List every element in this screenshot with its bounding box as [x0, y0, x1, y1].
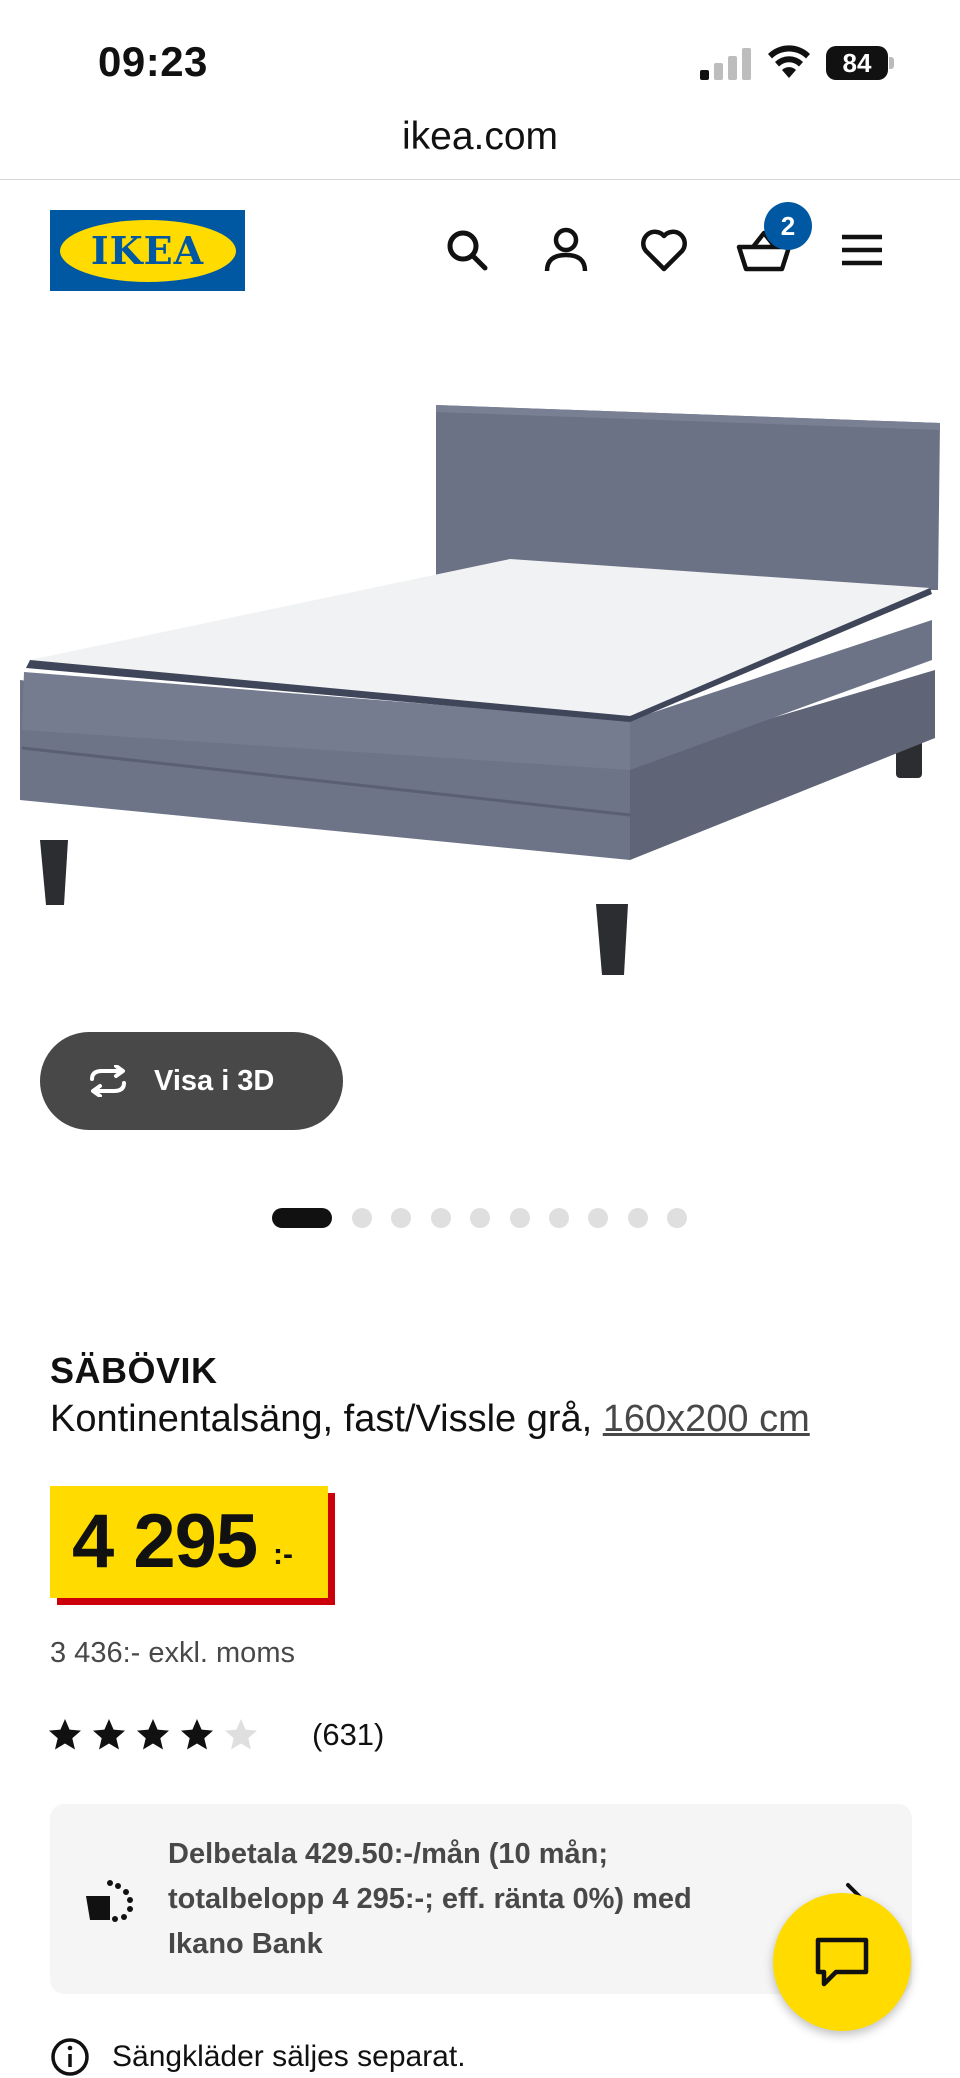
gallery-dot[interactable]: [391, 1208, 412, 1228]
gallery-dot[interactable]: [430, 1208, 451, 1228]
bedding-notice-text: Sängkläder säljes separat.: [112, 2040, 466, 2073]
info-icon: [51, 2038, 89, 2076]
ikea-logo[interactable]: IKEA: [50, 210, 245, 291]
star-filled-icon: [93, 1719, 125, 1750]
star-filled-icon: [137, 1719, 169, 1750]
search-icon[interactable]: [442, 225, 492, 275]
status-bar: 09:23 84: [0, 0, 960, 105]
view-in-3d-button[interactable]: Visa i 3D: [40, 1032, 343, 1130]
gallery-pagination: [272, 1207, 707, 1229]
browser-address-bar[interactable]: ikea.com: [0, 105, 960, 180]
product-name: SÄBÖVIK: [50, 1350, 218, 1391]
battery-level: 84: [842, 48, 872, 78]
price-excl-vat: 3 436:- exkl. moms: [50, 1637, 295, 1669]
price-tag: 4 295 :-: [50, 1486, 328, 1598]
product-size-link[interactable]: 160x200 cm: [603, 1398, 810, 1440]
chat-button[interactable]: [773, 1893, 911, 2031]
cellular-signal-icon: [700, 48, 751, 80]
battery-icon: 84: [826, 46, 894, 80]
rotate-3d-icon: [90, 1065, 126, 1097]
status-time: 09:23: [98, 38, 208, 85]
heart-icon[interactable]: [639, 225, 689, 275]
star-filled-icon: [181, 1719, 213, 1750]
view-in-3d-label: Visa i 3D: [154, 1064, 275, 1097]
account-icon[interactable]: [541, 225, 591, 275]
gallery-dot[interactable]: [548, 1208, 569, 1228]
gallery-dot-active[interactable]: [272, 1208, 332, 1228]
bedding-notice: Sängkläder säljes separat.: [50, 2035, 466, 2078]
product-rating[interactable]: (631): [48, 1712, 384, 1758]
product-description-text: Kontinentalsäng, fast/Vissle grå,: [50, 1398, 603, 1440]
gallery-dot[interactable]: [667, 1208, 688, 1228]
gallery-dot[interactable]: [588, 1208, 609, 1228]
gallery-dot[interactable]: [352, 1208, 372, 1228]
financing-text: Delbetala 429.50:-/mån (10 mån; totalbel…: [168, 1838, 692, 1960]
product-description: Kontinentalsäng, fast/Vissle grå, 160x20…: [50, 1398, 810, 1441]
price-suffix: :-: [273, 1538, 293, 1571]
product-image[interactable]: [0, 330, 960, 1030]
chat-icon: [815, 1937, 869, 1987]
logo-text: IKEA: [90, 228, 205, 273]
installment-payment-icon: [86, 1880, 133, 1922]
rating-stars: [48, 1718, 268, 1752]
gallery-dot[interactable]: [627, 1208, 648, 1228]
star-filled-icon: [49, 1719, 81, 1750]
site-header: IKEA 2: [0, 181, 960, 321]
price-value: 4 295: [72, 1499, 258, 1584]
gallery-dot[interactable]: [509, 1208, 530, 1228]
cart-count-badge: 2: [764, 202, 812, 250]
gallery-dot[interactable]: [470, 1208, 491, 1228]
wifi-icon: [768, 45, 810, 78]
star-empty-icon: [225, 1719, 257, 1750]
url-text: ikea.com: [401, 115, 559, 158]
menu-icon[interactable]: [838, 225, 888, 275]
rating-count: (631): [312, 1717, 385, 1752]
